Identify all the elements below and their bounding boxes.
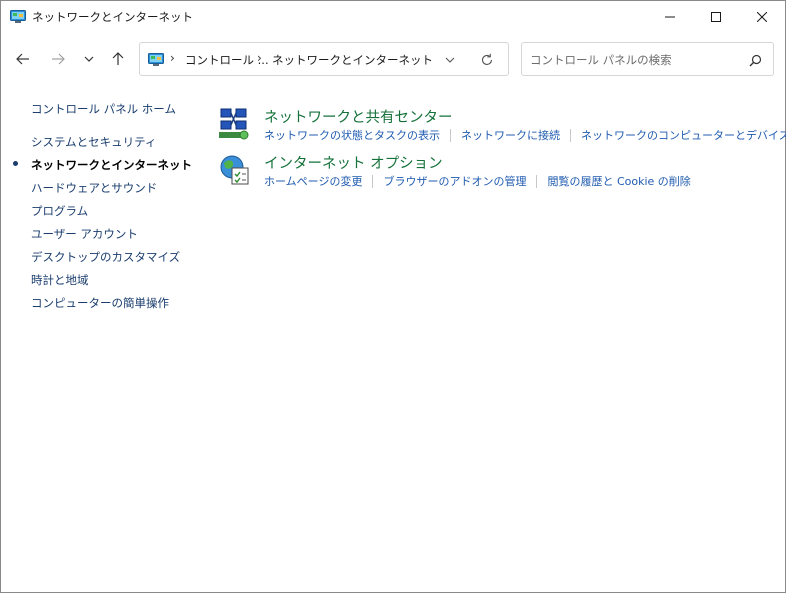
maximize-button[interactable]: [693, 1, 739, 32]
category-links: ホームページの変更 ブラウザーのアドオンの管理 閲覧の履歴と Cookie の削…: [264, 173, 691, 189]
recent-locations-button[interactable]: [76, 46, 102, 72]
sidebar-item-programs[interactable]: プログラム: [31, 203, 88, 219]
category-network-sharing-center: ネットワークと共有センター ネットワークの状態とタスクの表示 ネットワークに接続…: [216, 101, 786, 147]
maximize-icon: [711, 11, 721, 22]
address-history-dropdown[interactable]: [442, 52, 458, 68]
sidebar-item-ease-of-access[interactable]: コンピューターの簡単操作: [31, 295, 169, 311]
up-button[interactable]: [105, 46, 131, 72]
category-title-internet-options[interactable]: インターネット オプション: [264, 152, 443, 173]
link-connect-to-network[interactable]: ネットワークに接続: [461, 127, 560, 143]
breadcrumb-network-internet[interactable]: ネットワークとインターネット: [272, 52, 433, 68]
sidebar-item-user-accounts[interactable]: ユーザー アカウント: [31, 226, 138, 242]
category-title-network-sharing-center[interactable]: ネットワークと共有センター: [264, 106, 453, 127]
chevron-down-icon: [84, 56, 94, 62]
search-box[interactable]: [521, 42, 774, 76]
breadcrumb-separator-icon[interactable]: ›: [170, 51, 175, 65]
minimize-icon: [665, 16, 675, 17]
forward-button[interactable]: [45, 46, 71, 72]
close-button[interactable]: [739, 1, 785, 32]
arrow-right-icon: [52, 53, 65, 65]
refresh-icon: [481, 53, 493, 65]
sidebar: コントロール パネル ホーム システムとセキュリティ ネットワークとインターネッ…: [1, 86, 201, 586]
back-button[interactable]: [10, 46, 36, 72]
chevron-down-icon: [445, 57, 455, 63]
link-delete-browsing-history[interactable]: 閲覧の履歴と Cookie の削除: [547, 173, 690, 189]
link-divider: [372, 174, 374, 188]
link-view-network-status[interactable]: ネットワークの状態とタスクの表示: [264, 127, 440, 143]
current-item-bullet-icon: [13, 161, 18, 166]
sidebar-item-clock-region[interactable]: 時計と地域: [31, 272, 89, 288]
sidebar-item-control-panel-home[interactable]: コントロール パネル ホーム: [31, 101, 176, 117]
control-panel-window: ネットワークとインターネット › コントロール ... › ネットワークとインタ…: [0, 0, 786, 593]
category-internet-options: インターネット オプション ホームページの変更 ブラウザーのアドオンの管理 閲覧…: [216, 147, 776, 193]
sidebar-item-system-security[interactable]: システムとセキュリティ: [31, 134, 156, 150]
window-title: ネットワークとインターネット: [32, 10, 193, 24]
sidebar-item-network-internet[interactable]: ネットワークとインターネット: [31, 157, 192, 173]
link-divider: [536, 174, 538, 188]
search-input[interactable]: [530, 52, 730, 68]
navigation-bar: › コントロール ... › ネットワークとインターネット: [1, 32, 785, 86]
refresh-button[interactable]: [478, 51, 496, 69]
close-icon: [757, 11, 767, 22]
breadcrumb-separator-icon[interactable]: ›: [257, 51, 262, 65]
link-view-network-computers[interactable]: ネットワークのコンピューターとデバイスの表示: [581, 127, 786, 143]
search-icon[interactable]: [747, 52, 763, 68]
arrow-left-icon: [16, 53, 29, 65]
link-divider: [570, 128, 571, 142]
link-change-homepage[interactable]: ホームページの変更: [264, 173, 362, 189]
control-panel-icon: [148, 52, 164, 66]
network-sharing-center-icon[interactable]: [218, 107, 252, 141]
link-manage-browser-addons[interactable]: ブラウザーのアドオンの管理: [383, 173, 526, 189]
link-divider: [450, 128, 451, 142]
sidebar-item-appearance[interactable]: デスクトップのカスタマイズ: [31, 249, 180, 265]
sidebar-item-hardware-sound[interactable]: ハードウェアとサウンド: [31, 180, 157, 196]
control-panel-icon: [10, 9, 26, 23]
title-bar: ネットワークとインターネット: [1, 1, 785, 32]
minimize-button[interactable]: [647, 1, 693, 32]
arrow-up-icon: [112, 52, 124, 65]
internet-options-icon[interactable]: [218, 153, 252, 187]
category-links: ネットワークの状態とタスクの表示 ネットワークに接続 ネットワークのコンピュータ…: [264, 127, 786, 143]
address-bar[interactable]: › コントロール ... › ネットワークとインターネット: [139, 42, 509, 76]
